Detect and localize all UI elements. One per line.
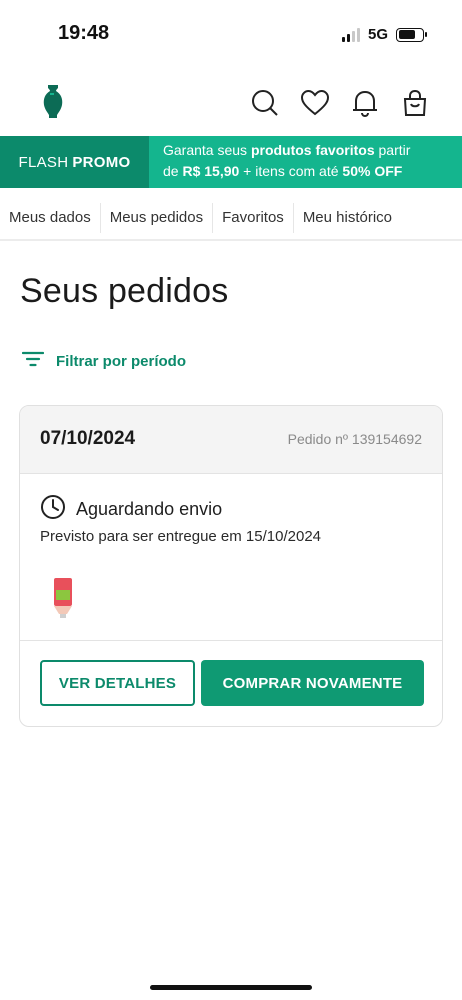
status-time: 19:48 bbox=[58, 22, 110, 44]
delivery-estimate: Previsto para ser entregue em 15/10/2024 bbox=[40, 528, 322, 545]
status-bar: 19:48 5G bbox=[0, 0, 462, 70]
order-number: Pedido nº 139154692 bbox=[287, 431, 422, 447]
filter-icon bbox=[21, 350, 45, 373]
card-divider bbox=[20, 640, 442, 641]
promo-text: PROMO bbox=[72, 153, 131, 171]
filter-period-button[interactable]: Filtrar por período bbox=[21, 350, 187, 373]
order-status-text: Aguardando envio bbox=[76, 499, 223, 519]
account-tabs: Meus dados Meus pedidos Favoritos Meu hi… bbox=[0, 197, 462, 241]
tab-favoritos[interactable]: Favoritos bbox=[213, 203, 294, 233]
buy-again-button[interactable]: COMPRAR NOVAMENTE bbox=[201, 660, 424, 706]
vase-logo-icon[interactable] bbox=[40, 84, 66, 125]
clock-icon bbox=[40, 494, 66, 525]
order-card: 07/10/2024 Pedido nº 139154692 Aguardand… bbox=[19, 405, 443, 727]
promo-banner[interactable]: FLASH PROMO Garanta seus produtos favorit… bbox=[0, 136, 462, 188]
promo-line-1: Garanta seus produtos favoritos partir bbox=[163, 142, 411, 158]
page-title: Seus pedidos bbox=[20, 272, 229, 310]
signal-icon bbox=[341, 27, 360, 42]
search-icon[interactable] bbox=[250, 88, 280, 118]
tab-meu-historico[interactable]: Meu histórico bbox=[294, 203, 401, 233]
order-status: Aguardando envio bbox=[40, 494, 222, 525]
product-thumbnail[interactable] bbox=[50, 576, 76, 625]
order-card-header: 07/10/2024 Pedido nº 139154692 bbox=[20, 406, 442, 474]
flash-text: FLASH bbox=[18, 153, 69, 171]
bag-icon[interactable] bbox=[400, 88, 430, 118]
promo-line-2: de R$ 15,90 + itens com até 50% OFF bbox=[163, 163, 403, 179]
bell-icon[interactable] bbox=[350, 88, 380, 118]
tab-meus-pedidos[interactable]: Meus pedidos bbox=[101, 203, 214, 233]
order-date: 07/10/2024 bbox=[40, 428, 136, 449]
network-label: 5G bbox=[367, 26, 388, 43]
battery-icon bbox=[396, 27, 427, 42]
tab-meus-dados[interactable]: Meus dados bbox=[0, 203, 101, 233]
view-details-button[interactable]: VER DETALHES bbox=[40, 660, 195, 706]
promo-message: Garanta seus produtos favoritos partir d… bbox=[149, 136, 462, 188]
flash-promo-label: FLASH PROMO bbox=[0, 136, 149, 188]
status-indicators: 5G bbox=[341, 26, 427, 43]
filter-label: Filtrar por período bbox=[56, 353, 187, 370]
home-indicator[interactable] bbox=[150, 985, 312, 990]
app-header bbox=[0, 78, 462, 130]
heart-icon[interactable] bbox=[300, 88, 330, 118]
